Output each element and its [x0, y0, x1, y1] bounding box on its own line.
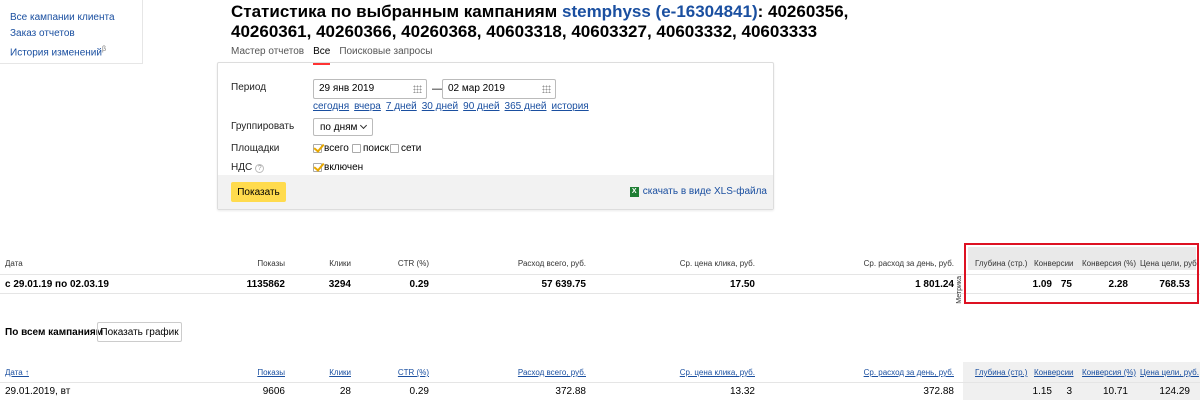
vat-label: НДС [231, 162, 253, 173]
panel-footer: Показать X скачать в виде XLS-файла [218, 175, 773, 209]
help-icon[interactable]: ? [255, 164, 265, 173]
detail-header-cpc[interactable]: Ср. цена клика, руб. [680, 365, 755, 381]
platform-network-checkbox[interactable]: сети [390, 143, 421, 154]
platforms-label: Площадки [231, 143, 280, 154]
checkbox-checked-icon[interactable] [313, 163, 322, 172]
period-today-link[interactable]: сегодня [313, 101, 349, 112]
quick-period-links: сегодня вчера 7 дней 30 дней 90 дней 365… [313, 101, 589, 112]
detail-header-impressions[interactable]: Показы [257, 365, 285, 381]
detail-goal-cost: 124.29 [1159, 386, 1190, 397]
nav-report-order-link[interactable]: Заказ отчетов [10, 26, 142, 42]
period-label: Период [231, 82, 267, 93]
highlight-box [964, 243, 1199, 304]
excel-icon: X [629, 186, 639, 197]
calendar-icon[interactable] [542, 85, 551, 93]
calendar-icon[interactable] [413, 85, 422, 93]
show-button[interactable]: Показать [231, 182, 286, 202]
detail-impressions: 9606 [262, 386, 285, 397]
beta-badge: β [101, 46, 106, 53]
summary-cost: 57 639.75 [541, 279, 587, 290]
detail-date: 29.01.2019, вт [5, 386, 71, 397]
summary-header-cpc: Ср. цена клика, руб. [679, 259, 755, 268]
detail-depth: 1.15 [1032, 386, 1052, 397]
xls-download-link[interactable]: скачать в виде XLS-файла [643, 186, 767, 197]
checkbox-checked-icon[interactable] [313, 144, 322, 153]
platform-all-label: всего [324, 143, 349, 154]
detail-header-clicks[interactable]: Клики [329, 365, 351, 381]
summary-cpc: 17.50 [729, 279, 755, 290]
nav-all-campaigns-link[interactable]: Все кампании клиента [10, 10, 142, 26]
group-label: Группировать [231, 121, 295, 132]
summary-clicks: 3294 [328, 279, 351, 290]
page-title: Статистика по выбранным кампаниям stemph… [231, 2, 851, 42]
detail-clicks: 28 [339, 386, 351, 397]
period-90days-link[interactable]: 90 дней [463, 101, 499, 112]
date-to-value: 02 мар 2019 [448, 83, 505, 94]
nav-history-link[interactable]: История изменений [10, 47, 102, 58]
all-campaigns-label: По всем кампаниям [5, 327, 104, 338]
group-by-select[interactable]: по дням [313, 118, 374, 136]
summary-header-impressions: Показы [257, 259, 285, 268]
detail-header-depth[interactable]: Глубина (стр.) [975, 365, 1027, 381]
period-365days-link[interactable]: 365 дней [505, 101, 547, 112]
summary-daily-cost: 1 801.24 [915, 279, 954, 290]
detail-cpc: 13.32 [729, 386, 755, 397]
title-prefix: Статистика по выбранным кампаниям [231, 2, 558, 21]
detail-header-date-sort[interactable]: Дата ↑ [5, 365, 29, 381]
vat-checkbox[interactable]: включен [313, 162, 363, 173]
period-yesterday-link[interactable]: вчера [354, 101, 381, 112]
xls-download: X скачать в виде XLS-файла [629, 186, 767, 197]
detail-header-ctr[interactable]: CTR (%) [398, 365, 429, 381]
left-nav: Все кампании клиента Заказ отчетов Истор… [0, 0, 143, 64]
detail-header-goal-cost[interactable]: Цена цели, руб. [1140, 365, 1199, 381]
period-history-link[interactable]: история [552, 101, 589, 112]
period-7days-link[interactable]: 7 дней [386, 101, 417, 112]
detail-header-cost[interactable]: Расход всего, руб. [518, 365, 586, 381]
summary-date-range: с 29.01.19 по 02.03.19 [5, 279, 109, 290]
platform-all-checkbox[interactable]: всего [313, 143, 349, 154]
summary-header-cost: Расход всего, руб. [517, 259, 586, 268]
group-by-value: по дням [320, 121, 358, 133]
detail-header-conversions[interactable]: Конверсии [1034, 365, 1074, 381]
chevron-down-icon [360, 121, 368, 130]
date-to-input[interactable]: 02 мар 2019 [442, 79, 556, 99]
date-from-input[interactable]: 29 янв 2019 [313, 79, 427, 99]
summary-impressions: 1135862 [246, 279, 285, 290]
summary-header-ctr: CTR (%) [397, 259, 429, 268]
detail-daily-cost: 372.88 [923, 386, 954, 397]
nav-history-item: История измененийβ [10, 42, 142, 61]
detail-ctr: 0.29 [409, 386, 429, 397]
detail-conversion-rate: 10.71 [1102, 386, 1128, 397]
vat-label-wrap: НДС? [231, 162, 265, 173]
show-graph-button[interactable]: Показать график [97, 322, 182, 342]
summary-ctr: 0.29 [409, 279, 429, 290]
summary-header-daily-cost: Ср. расход за день, руб. [863, 259, 954, 268]
detail-header-conversion-rate[interactable]: Конверсия (%) [1082, 365, 1136, 381]
client-login-link[interactable]: stemphyss (e-16304841) [562, 2, 758, 21]
metrika-vertical-label: Метрика [956, 276, 963, 304]
checkbox-icon[interactable] [352, 144, 361, 153]
filter-panel: Период 29 янв 2019 — 02 мар 2019 сегодня… [217, 62, 774, 210]
platform-search-label: поиск [363, 143, 389, 154]
summary-header-date: Дата [5, 259, 23, 268]
summary-header-clicks: Клики [329, 259, 351, 268]
checkbox-icon[interactable] [390, 144, 399, 153]
platform-network-label: сети [401, 143, 422, 154]
date-from-value: 29 янв 2019 [319, 83, 375, 94]
platform-search-checkbox[interactable]: поиск [352, 143, 389, 154]
detail-conversions: 3 [1066, 386, 1072, 397]
detail-cost: 372.88 [555, 386, 586, 397]
table-row: 29.01.2019, вт 9606 28 0.29 372.88 13.32… [0, 382, 1200, 400]
detail-header-row: Дата ↑ Показы Клики CTR (%) Расход всего… [0, 365, 1200, 381]
period-30days-link[interactable]: 30 дней [422, 101, 458, 112]
vat-option-label: включен [324, 162, 364, 173]
detail-header-daily-cost[interactable]: Ср. расход за день, руб. [864, 365, 954, 381]
